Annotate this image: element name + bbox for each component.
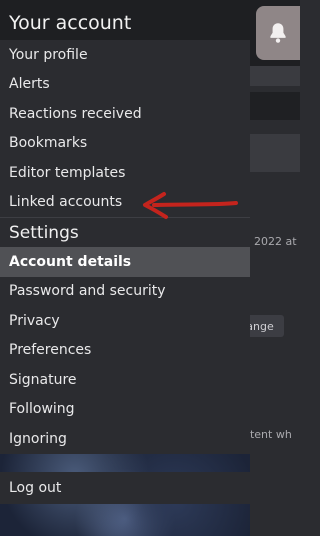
menu-item-ignoring[interactable]: Ignoring xyxy=(0,424,250,454)
background-strip xyxy=(250,450,300,536)
menu-item-account-details[interactable]: Account details xyxy=(0,247,250,277)
account-menu: Your profile Alerts Reactions received B… xyxy=(0,40,250,454)
background-content-text: ntent wh xyxy=(243,428,292,441)
logout-section: Log out xyxy=(0,472,250,504)
background-bar xyxy=(250,134,300,172)
background-bar xyxy=(250,66,300,86)
menu-item-your-profile[interactable]: Your profile xyxy=(0,40,250,70)
menu-item-password-and-security[interactable]: Password and security xyxy=(0,277,250,307)
logout-button[interactable]: Log out xyxy=(0,472,250,504)
menu-item-editor-templates[interactable]: Editor templates xyxy=(0,158,250,188)
menu-item-signature[interactable]: Signature xyxy=(0,365,250,395)
alerts-button[interactable] xyxy=(256,6,300,60)
background-bar xyxy=(250,92,300,120)
menu-item-reactions-received[interactable]: Reactions received xyxy=(0,99,250,129)
red-arrow-annotation xyxy=(143,192,238,219)
settings-heading: Settings xyxy=(9,222,79,243)
account-drawer: Your account Your profile Alerts Reactio… xyxy=(0,0,250,536)
menu-item-alerts[interactable]: Alerts xyxy=(0,70,250,100)
menu-item-following[interactable]: Following xyxy=(0,395,250,425)
menu-item-privacy[interactable]: Privacy xyxy=(0,306,250,336)
menu-item-preferences[interactable]: Preferences xyxy=(0,336,250,366)
bell-icon xyxy=(270,23,286,43)
menu-item-bookmarks[interactable]: Bookmarks xyxy=(0,129,250,159)
drawer-title: Your account xyxy=(0,6,250,40)
background-date-text: 2022 at xyxy=(254,235,297,248)
